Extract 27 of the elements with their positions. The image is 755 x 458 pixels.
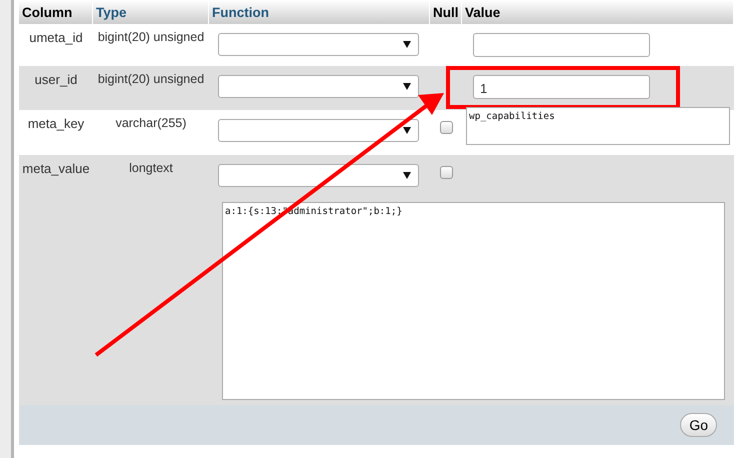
go-button[interactable]: Go: [680, 413, 717, 437]
column-type: longtext: [128, 160, 174, 177]
column-name: umeta_id: [28, 29, 84, 47]
column-type: bigint(20) unsigned: [96, 71, 206, 88]
caret-icon: [403, 127, 411, 134]
column-header: Null: [430, 0, 461, 24]
value-field[interactable]: [473, 33, 650, 57]
caret-icon: [403, 41, 411, 48]
function-dropdown[interactable]: [218, 164, 419, 187]
column-header[interactable]: Type: [93, 0, 208, 24]
column-type: bigint(20) unsigned: [96, 29, 206, 46]
function-dropdown[interactable]: [218, 75, 419, 98]
caret-icon: [403, 83, 411, 90]
value-field[interactable]: 1: [473, 75, 650, 99]
column-header[interactable]: Function: [209, 0, 429, 24]
column-header: Value: [462, 0, 733, 24]
null-checkbox[interactable]: [440, 166, 452, 179]
column-name: user_id: [34, 71, 78, 89]
null-checkbox[interactable]: [440, 121, 452, 134]
caret-icon: [403, 172, 411, 179]
function-dropdown[interactable]: [218, 119, 419, 142]
column-name: meta_value: [21, 160, 91, 178]
column-header: Column: [19, 0, 92, 24]
column-type: varchar(255): [114, 115, 188, 132]
column-name: meta_key: [26, 115, 86, 133]
function-dropdown[interactable]: [218, 33, 419, 56]
value-textarea[interactable]: wp_capabilities: [466, 107, 730, 145]
